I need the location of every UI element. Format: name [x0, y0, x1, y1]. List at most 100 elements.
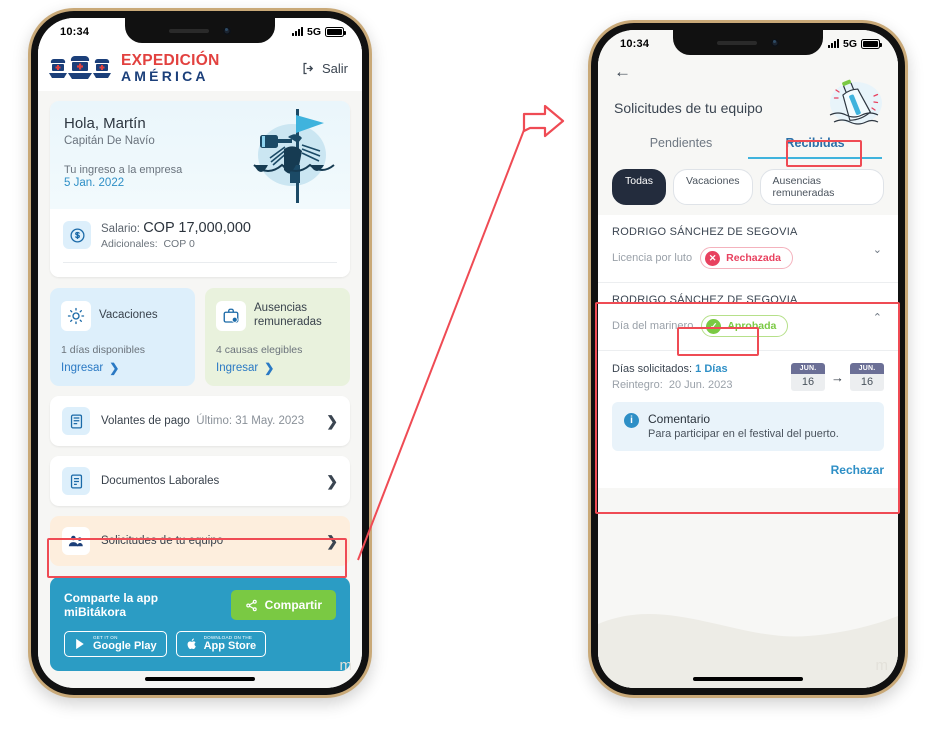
mini-card-title: Vacaciones: [99, 309, 158, 322]
logout-label: Salir: [321, 60, 348, 76]
notch: [125, 18, 275, 43]
salary-extra-amount: COP 0: [163, 238, 195, 250]
front-camera-icon: [223, 26, 231, 35]
front-camera-icon: [771, 38, 779, 47]
days-requested: Días solicitados: 1 Días: [612, 363, 733, 375]
mini-card-link-label: Ingresar: [216, 362, 259, 374]
wave-decoration: [598, 614, 898, 688]
network-label: 5G: [842, 37, 857, 50]
filter-vacaciones[interactable]: Vacaciones: [673, 169, 753, 205]
app-bar: EXPEDICIÓN AMÉRICA Salir: [38, 45, 362, 91]
tabs: Pendientes Recibidas: [614, 128, 882, 159]
phone-left-bezel: 10:34 5G EXPEDICIÓN AMÉRICA Salir Hola, …: [31, 11, 369, 695]
salary-texts: Salario: COP 17,000,000 Adicionales: COP…: [101, 220, 251, 250]
share-button-label: Compartir: [264, 598, 322, 612]
comment-title: Comentario: [648, 412, 711, 426]
tab-underline: [748, 156, 882, 159]
signal-icon: [291, 27, 303, 36]
request-status-line: Día del marinero ✓ Aprobada: [612, 315, 884, 337]
mini-card-ausencias[interactable]: Ausencias remuneradas 4 causas elegibles…: [205, 288, 350, 386]
share-banner: Comparte la app miBitákora Compartir GET…: [50, 577, 350, 671]
rechazar-button[interactable]: Rechazar: [612, 463, 884, 477]
x-circle-icon: ✕: [705, 250, 721, 266]
row-documentos-laborales[interactable]: Documentos Laborales ❯: [50, 456, 350, 506]
tab-recibidas[interactable]: Recibidas: [748, 128, 882, 159]
date-chip-month: JUN.: [850, 363, 884, 374]
sailor-lookout-illustration: [253, 109, 335, 203]
mini-card-vacaciones[interactable]: Vacaciones 1 días disponibles Ingresar ❯: [50, 288, 195, 386]
app-store-badge[interactable]: Download on the App Store: [175, 631, 267, 657]
comment-texts: Comentario Para participar en el festiva…: [648, 412, 839, 440]
tab-pendientes[interactable]: Pendientes: [614, 128, 748, 159]
status-time: 10:34: [620, 37, 650, 50]
salary-extra-label: Adicionales:: [101, 238, 158, 250]
speaker-grille: [717, 40, 757, 45]
row-meta: Último: 31 May. 2023: [196, 415, 305, 427]
document-icon: [62, 467, 90, 495]
sun-icon: [61, 301, 91, 331]
salary-main: Salario: COP 17,000,000: [101, 220, 251, 236]
profile-card: Hola, Martín Capitán De Navío Tu ingreso…: [50, 101, 350, 277]
logout-button[interactable]: Salir: [301, 61, 348, 76]
share-button[interactable]: Compartir: [230, 590, 336, 620]
request-row-aprobada[interactable]: RODRIGO SÁNCHEZ DE SEGOVIA Día del marin…: [598, 283, 898, 351]
chevron-up-icon[interactable]: ⌃: [873, 311, 882, 324]
days-requested-label: Días solicitados:: [612, 363, 693, 375]
status-badge-label: Aprobada: [727, 320, 777, 332]
mini-card-link[interactable]: Ingresar ❯: [216, 361, 339, 375]
phone-left-screen: 10:34 5G EXPEDICIÓN AMÉRICA Salir Hola, …: [38, 18, 362, 688]
date-chip-day: 16: [791, 374, 825, 391]
chevron-right-icon: ❯: [326, 412, 338, 429]
hero-section: Hola, Martín Capitán De Navío Tu ingreso…: [50, 101, 350, 209]
request-name: RODRIGO SÁNCHEZ DE SEGOVIA: [612, 226, 798, 238]
share-text: Comparte la app miBitákora: [64, 591, 159, 619]
logout-icon: [303, 62, 314, 74]
filter-ausencias-remuneradas[interactable]: Ausencias remuneradas: [759, 169, 884, 205]
notch: [673, 30, 823, 55]
status-badge-rechazada: ✕ Rechazada: [700, 247, 793, 269]
store-badges: GET IT ON Google Play Download on the: [64, 631, 336, 657]
home-indicator-right: [693, 677, 803, 681]
filter-todas[interactable]: Todas: [612, 169, 667, 205]
left-screen-body: EXPEDICIÓN AMÉRICA Salir Hola, Martín Ca…: [38, 45, 362, 688]
apple-icon: [187, 638, 196, 649]
battery-icon: [325, 26, 346, 37]
store-big-1: Google Play: [93, 639, 157, 652]
share-top: Comparte la app miBitákora Compartir: [64, 590, 336, 620]
date-range: JUN. 16 → JUN. 16: [791, 363, 884, 391]
salary-extra: Adicionales: COP 0: [101, 238, 251, 250]
phone-right-screen: 10:34 5G ← Solicitudes de tu equipo Pend…: [598, 30, 898, 688]
google-play-badge[interactable]: GET IT ON Google Play: [64, 631, 167, 657]
team-icon: [62, 527, 90, 555]
request-name: RODRIGO SÁNCHEZ DE SEGOVIA: [612, 294, 798, 306]
date-range-arrow-icon: →: [831, 369, 844, 385]
network-label: 5G: [306, 25, 321, 38]
brand-line-1: EXPEDICIÓN: [121, 51, 220, 69]
days-requested-value: 1 Días: [695, 363, 728, 375]
request-row-rechazada[interactable]: RODRIGO SÁNCHEZ DE SEGOVIA Licencia por …: [598, 215, 898, 283]
salary-divider: [63, 262, 337, 263]
block-arrow-right-icon: [522, 104, 565, 138]
signal-icon: [827, 39, 839, 48]
chevron-down-icon[interactable]: ⌄: [873, 243, 882, 256]
row-volantes-de-pago[interactable]: Volantes de pago Último: 31 May. 2023 ❯: [50, 396, 350, 446]
mini-cards: Vacaciones 1 días disponibles Ingresar ❯: [50, 288, 350, 386]
request-detail: Días solicitados: 1 Días Reintegro: 20 J…: [598, 351, 898, 488]
return-date-value: 20 Jun. 2023: [668, 379, 733, 391]
store-big-2: App Store: [203, 639, 257, 652]
row-title: Documentos Laborales: [101, 475, 220, 487]
home-indicator-left: [145, 677, 255, 681]
row-title: Volantes de pago: [101, 415, 190, 427]
check-circle-icon: ✓: [706, 318, 722, 334]
salary-amount: COP 17,000,000: [143, 220, 251, 236]
date-chip-day: 16: [850, 374, 884, 391]
row-solicitudes-de-tu-equipo[interactable]: Solicitudes de tu equipo ❯: [50, 516, 350, 566]
mini-card-header: Vacaciones: [61, 299, 184, 333]
status-time: 10:34: [60, 25, 90, 38]
mini-card-link[interactable]: Ingresar ❯: [61, 361, 184, 375]
chevron-right-icon: ❯: [109, 361, 120, 375]
status-badge-aprobada: ✓ Aprobada: [701, 315, 789, 337]
status-indicators: 5G: [291, 25, 346, 38]
payslip-icon: [62, 407, 90, 435]
chevron-right-icon: ❯: [326, 532, 338, 549]
